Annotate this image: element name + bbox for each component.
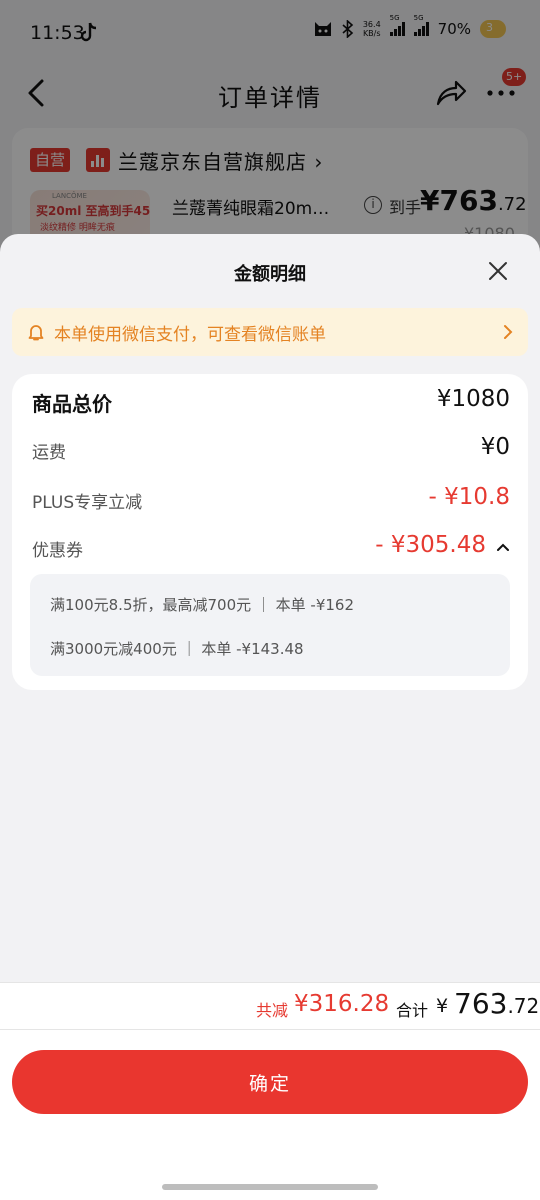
plus-discount-label: PLUS专享立减 [32, 493, 143, 513]
saved-label: 共减 [256, 1001, 289, 1020]
row-coupon[interactable]: 优惠券 - ¥305.48 [32, 532, 510, 566]
row-goods-total: 商品总价 ¥1080 [32, 386, 510, 420]
modal-overlay[interactable] [0, 0, 540, 260]
total-currency: ¥ [436, 995, 449, 1017]
coupon-value: - ¥305.48 [375, 532, 486, 558]
wechat-pay-notice[interactable]: 本单使用微信支付，可查看微信账单 [12, 308, 528, 356]
coupon-detail-box: 满100元8.5折，最高减700元 ｜ 本单 -¥162 满3000元减400元… [30, 574, 510, 676]
chevron-up-icon[interactable] [496, 542, 510, 552]
confirm-button[interactable]: 确定 [12, 1050, 528, 1114]
plus-discount-value: - ¥10.8 [428, 484, 510, 510]
amount-summary-bar: 共减 ¥316.28 合计 ¥ 763.72 [0, 982, 540, 1030]
total-value: 763.72 [454, 987, 540, 1020]
amount-detail-card: 商品总价 ¥1080 运费 ¥0 PLUS专享立减 - ¥10.8 优惠券 - … [12, 374, 528, 690]
coupon-item: 满3000元减400元 ｜ 本单 -¥143.48 [50, 640, 304, 658]
sheet-title: 金额明细 [234, 264, 306, 285]
row-shipping: 运费 ¥0 [32, 434, 510, 468]
close-icon[interactable] [488, 261, 508, 281]
shipping-label: 运费 [32, 443, 66, 463]
row-plus-discount: PLUS专享立减 - ¥10.8 [32, 484, 510, 518]
saved-value: ¥316.28 [294, 991, 390, 1017]
chevron-right-icon [504, 325, 513, 339]
notice-text: 本单使用微信支付，可查看微信账单 [54, 325, 326, 345]
goods-total-label: 商品总价 [32, 392, 112, 416]
bottom-action-area: 确定 [0, 1030, 540, 1200]
shipping-value: ¥0 [480, 434, 510, 460]
coupon-item: 满100元8.5折，最高减700元 ｜ 本单 -¥162 [50, 596, 355, 614]
bell-icon [28, 325, 44, 341]
total-label: 合计 [396, 1001, 429, 1020]
coupon-label: 优惠券 [32, 541, 83, 561]
goods-total-value: ¥1080 [436, 386, 510, 412]
home-indicator[interactable] [162, 1184, 378, 1190]
